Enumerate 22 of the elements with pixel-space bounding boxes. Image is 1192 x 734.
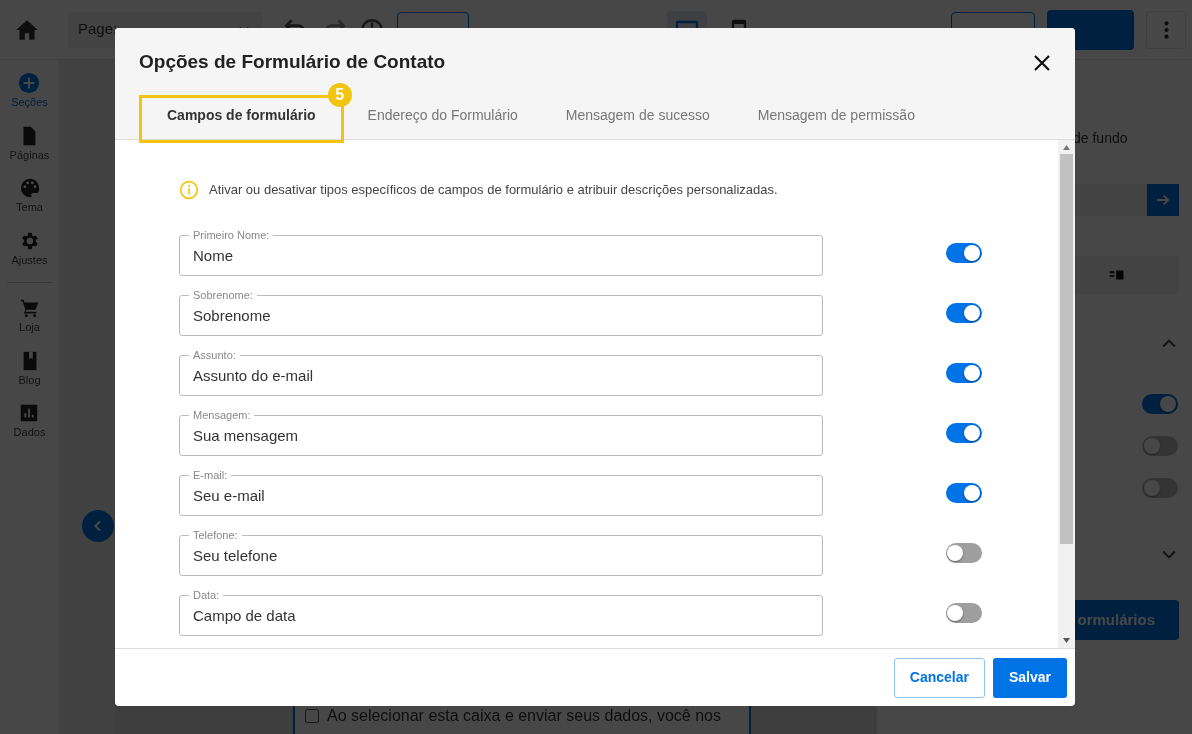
field-label: Mensagem: bbox=[192, 410, 252, 421]
field-label: Assunto: bbox=[192, 350, 237, 361]
step-badge: 5 bbox=[327, 82, 352, 107]
text-field[interactable]: E-mail: Seu e-mail bbox=[179, 470, 823, 516]
text-field[interactable]: Telefone: Seu telefone bbox=[179, 530, 823, 576]
text-field[interactable]: Assunto: Assunto do e-mail bbox=[179, 350, 823, 396]
tab[interactable]: Mensagem de sucesso bbox=[541, 94, 734, 143]
modal-title: Opções de Formulário de Contato bbox=[139, 50, 446, 74]
cancel-button[interactable]: Cancelar bbox=[893, 657, 985, 698]
consent-text: Ao selecionar esta caixa e enviar seus dados, você nos bbox=[327, 706, 721, 726]
text-field[interactable]: Sobrenome: Sobrenome bbox=[179, 290, 823, 336]
field-label: Data: bbox=[192, 590, 221, 601]
save-button[interactable]: Salvar bbox=[992, 657, 1067, 698]
tab[interactable]: Mensagem de permissão bbox=[733, 94, 939, 143]
text-field[interactable]: Primeiro Nome: Nome bbox=[179, 230, 823, 276]
info-text: Ativar ou desativar tipos específicos de campos de formulário e atribuir descrições personalizadas. bbox=[209, 181, 778, 200]
field-label: Sobrenome: bbox=[192, 290, 254, 301]
field-label: Primeiro Nome: bbox=[192, 230, 271, 241]
field-label: E-mail: bbox=[192, 470, 229, 481]
field-label: Telefone: bbox=[192, 530, 239, 541]
text-field[interactable]: Data: Campo de data bbox=[179, 590, 823, 636]
text-field[interactable]: Mensagem: Sua mensagem bbox=[179, 410, 823, 456]
